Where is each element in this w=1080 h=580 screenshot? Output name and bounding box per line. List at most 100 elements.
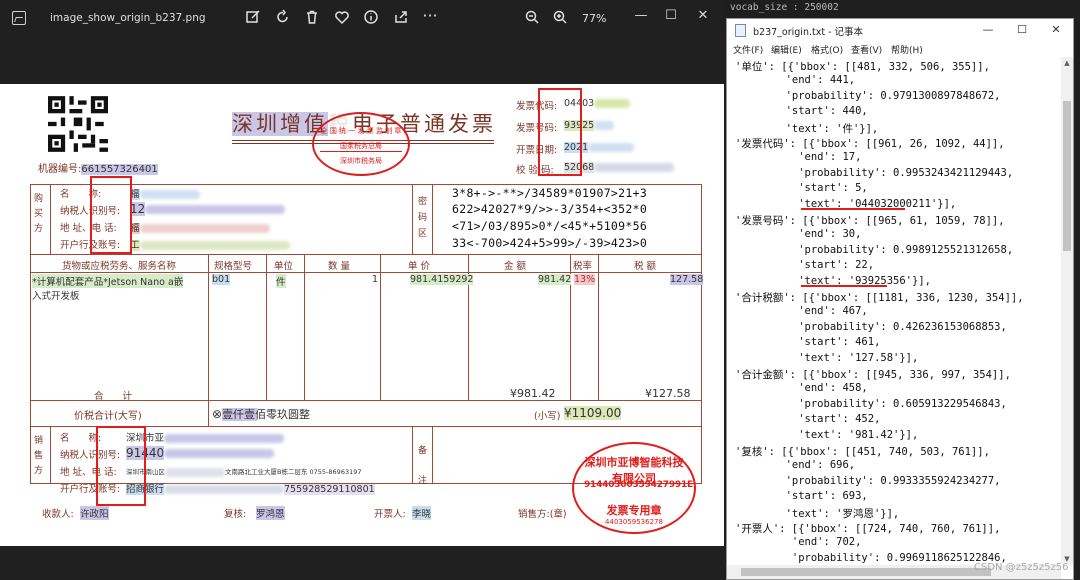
notepad-line: '单位': [{'bbox': [[481, 332, 506, 355]], — [735, 61, 990, 73]
seller-remark-divider — [412, 426, 413, 484]
edit-icon[interactable] — [244, 9, 262, 27]
notepad-close-button[interactable]: ✕ — [1041, 21, 1071, 39]
total-label: 合 计 — [94, 391, 133, 402]
menu-file[interactable]: 文件(F) — [733, 43, 763, 56]
notepad-line: 'probability': 0.426236153068853, — [735, 320, 1007, 333]
col-divider-spec — [208, 254, 209, 400]
minimize-button[interactable]: — — [628, 6, 654, 26]
notepad-line: '发票号码': [{'bbox': [[965, 61, 1059, 78]], — [735, 215, 1005, 227]
share-icon[interactable] — [392, 9, 410, 27]
maximize-button[interactable]: ☐ — [658, 6, 684, 26]
vertical-scroll-thumb[interactable] — [1063, 101, 1071, 251]
background-console: vocab_size : 250002 — [724, 0, 1080, 18]
grand-total-words: ⊗壹仟壹佰零玖圆整 — [212, 407, 311, 421]
col-divider-unit — [266, 254, 267, 400]
col-header-amount: 金 额 — [504, 261, 527, 272]
notepad-line: 'end': 702, — [735, 536, 862, 549]
company-seal-stamp: 深圳市亚博智能科技有限公司 91440300359427991E 发票专用章 4… — [572, 442, 696, 534]
buyer-side-divider — [50, 184, 51, 254]
machine-number: 机器编号:661557326401 — [38, 160, 158, 175]
notepad-line: '发票代码': [{'bbox': [[961, 26, 1092, 44]], — [735, 138, 1005, 150]
info-icon[interactable] — [362, 9, 380, 27]
notepad-line: 'probability': 0.9989125521312658, — [735, 243, 1014, 256]
total-tax: ¥127.58 — [645, 387, 691, 400]
delete-icon[interactable] — [303, 9, 321, 27]
total-amount: ¥981.42 — [510, 387, 556, 400]
notepad-line: 'start': 461, — [735, 336, 881, 349]
rotate-icon[interactable] — [274, 9, 292, 27]
item-amount: 981.42 — [538, 274, 572, 285]
col-header-spec: 规格型号 — [214, 261, 253, 272]
console-text: vocab_size : 250002 — [730, 2, 839, 13]
grand-total-divider — [208, 400, 209, 426]
zoom-level[interactable]: 77% — [582, 12, 606, 25]
issuer-label: 开票人: — [374, 509, 406, 520]
col-header-tax: 税 额 — [634, 261, 657, 272]
menu-format[interactable]: 格式(O) — [811, 43, 843, 56]
notepad-line: 'start': 22, — [735, 259, 875, 272]
annotation-box-seller — [96, 426, 146, 506]
payee-value: 许政阳 — [80, 506, 109, 520]
col-header-rate: 税率 — [573, 261, 593, 272]
item-unit: 件 — [276, 274, 286, 288]
horizontal-scroll-thumb[interactable] — [741, 568, 991, 576]
scroll-up-icon[interactable]: ▲ — [1063, 59, 1071, 67]
tax-bureau-stamp: 全 国 统 一 发 票 监 制 章 国家税务总局 深圳市税务局 — [312, 112, 410, 176]
notepad-line: 'end': 696, — [735, 459, 856, 472]
notepad-line: '合计税额': [{'bbox': [[1181, 336, 1230, 354… — [735, 292, 1024, 304]
remark-label-divider — [432, 426, 433, 484]
seal-tax-number: 91440300359427991E — [584, 480, 694, 490]
notepad-line: 'probability': 0.9933355924234277, — [735, 474, 1001, 487]
cipher-line-3: <71>/03/895>0*/<45*+5109*56 — [452, 219, 648, 233]
notepad-maximize-button[interactable]: ☐ — [1007, 21, 1037, 39]
reviewer-value: 罗鸿恩 — [256, 506, 285, 520]
item-name-line2: 入式开发板 — [32, 291, 80, 302]
issuer-value: 李晓 — [412, 506, 432, 520]
favorite-icon[interactable] — [333, 9, 351, 27]
grand-total-value: ¥1109.00 — [564, 406, 622, 420]
notepad-title: b237_origin.txt - 记事本 — [753, 27, 864, 38]
remark-label: 备注 — [418, 446, 428, 486]
notepad-text-area[interactable]: '单位': [{'bbox': [[481, 332, 506, 355]], … — [727, 57, 1061, 565]
photos-app-icon — [12, 11, 26, 25]
zoom-out-icon[interactable] — [523, 9, 541, 27]
notepad-line: 'end': 467, — [735, 305, 868, 318]
col-divider-price — [380, 254, 381, 400]
menu-view[interactable]: 查看(V) — [851, 43, 882, 56]
annotation-underline-invoice-number — [801, 285, 887, 287]
notepad-line: 'start': 5, — [735, 182, 868, 195]
item-price: 981.4159292 — [410, 274, 474, 285]
notepad-line: 'probability': 0.605913229546843, — [735, 397, 1007, 410]
notepad-minimize-button[interactable]: — — [973, 21, 1003, 39]
buyer-cipher-divider — [412, 184, 413, 254]
notepad-title-bar[interactable]: b237_origin.txt - 记事本 — ☐ ✕ — [727, 19, 1073, 41]
item-tax: 127.58 — [670, 274, 704, 285]
notepad-line: 'start': 452, — [735, 413, 881, 426]
annotation-underline-invoice-code — [801, 208, 905, 210]
watermark-text: CSDN @z5z5z5z56 — [974, 562, 1069, 573]
menu-help[interactable]: 帮助(H) — [891, 43, 923, 56]
menu-edit[interactable]: 编辑(E) — [771, 43, 802, 56]
cipher-line-4: 33<-700>424+5>99>/-39>423>0 — [452, 236, 648, 250]
invoice-image: 深圳增值税电子普通发票 全 国 统 一 发 票 监 制 章 国家税务总局 深圳市… — [0, 84, 724, 546]
notepad-window[interactable]: b237_origin.txt - 记事本 — ☐ ✕ 文件(F) 编辑(E) … — [726, 18, 1074, 580]
close-button[interactable]: ✕ — [690, 6, 716, 26]
item-qty: 1 — [372, 274, 379, 285]
notepad-line: 'text': '981.42'}], — [735, 428, 919, 441]
col-header-qty: 数 量 — [328, 261, 351, 272]
zoom-in-icon[interactable] — [551, 9, 569, 27]
item-rate: 13% — [574, 274, 596, 285]
seal-code: 4403059536278 — [605, 518, 663, 526]
buyer-address-value: 福 — [130, 220, 270, 234]
machine-number-label: 机器编号: — [38, 164, 82, 175]
notepad-line: 'probability': 0.9953243421129443, — [735, 166, 1014, 179]
notepad-line: 'end': 30, — [735, 228, 862, 241]
notepad-line: '合计金额': [{'bbox': [[945, 336, 997, 354]]… — [735, 369, 1011, 381]
vertical-scrollbar[interactable]: ▲ ▼ — [1061, 57, 1073, 565]
buyer-section-bottom — [30, 254, 702, 255]
seller-side-label: 销售方 — [34, 436, 44, 476]
grand-total-label: 价税合计(大写) — [74, 411, 142, 422]
viewer-title-bar[interactable]: image_show_origin_b237.png ··· 77% — ☐ ✕ — [0, 0, 724, 36]
more-icon[interactable]: ··· — [421, 8, 439, 27]
item-spec: b01 — [212, 274, 231, 285]
